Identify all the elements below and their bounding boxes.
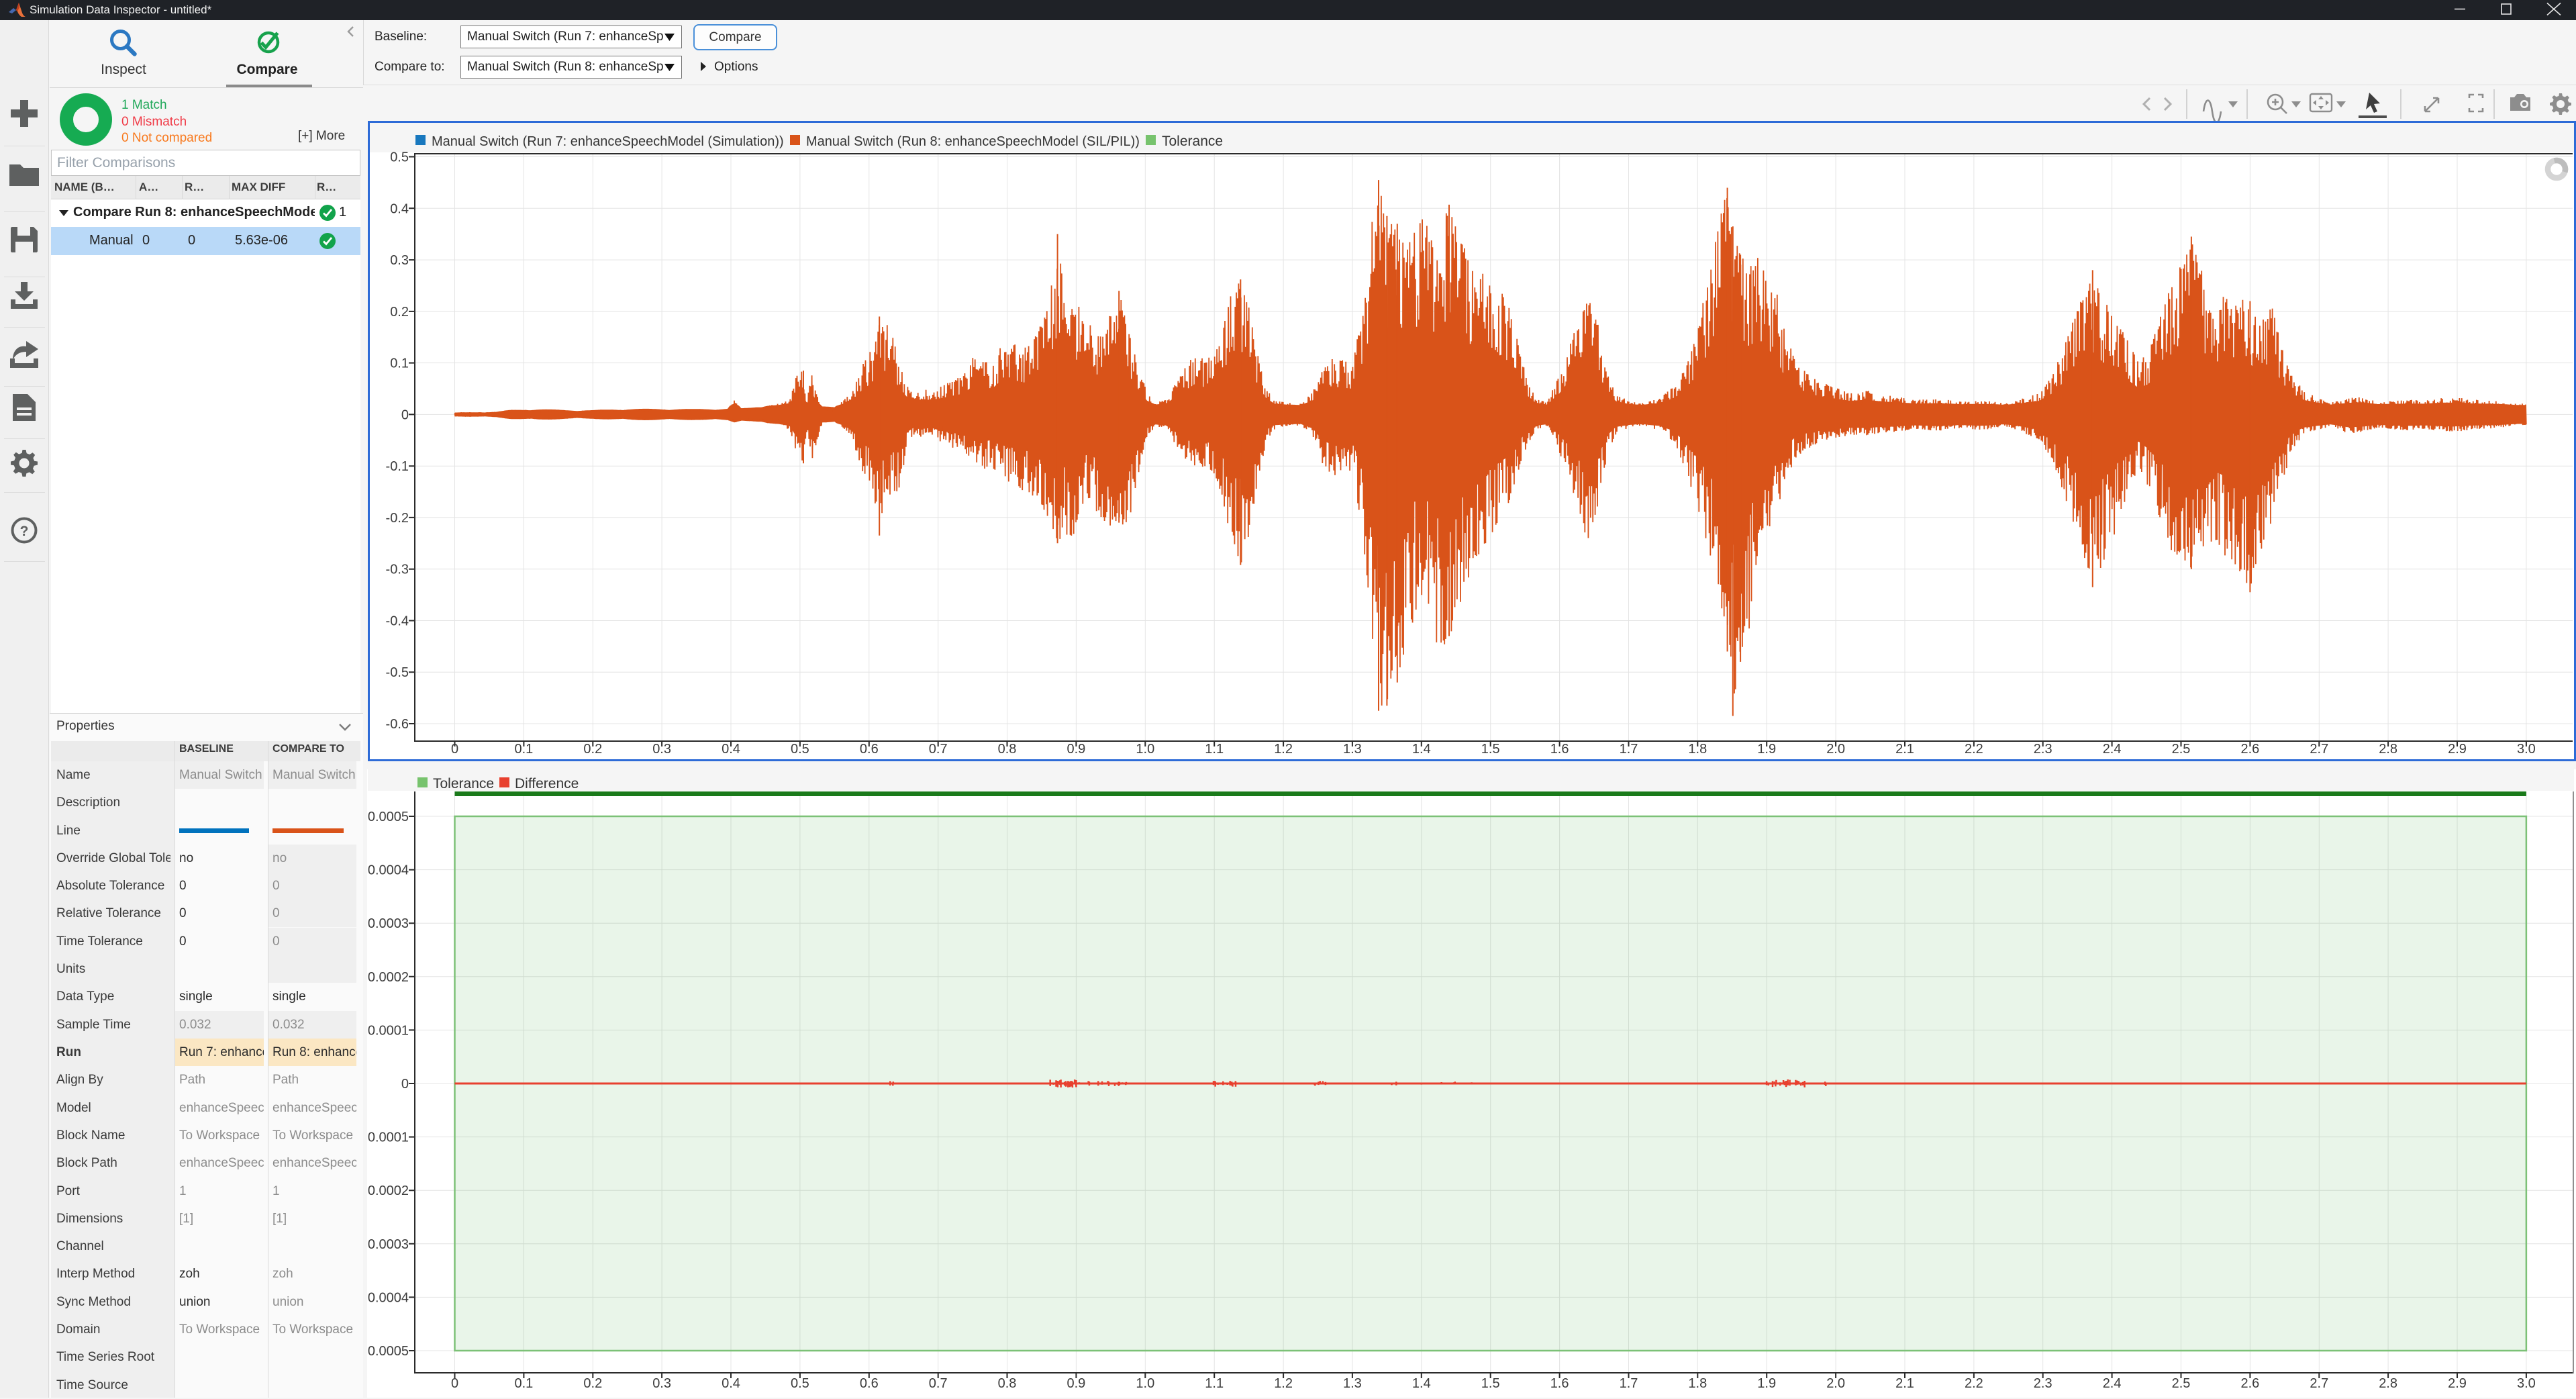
svg-text:1.7: 1.7 bbox=[1620, 1376, 1638, 1391]
svg-text:-0.0002: -0.0002 bbox=[368, 1184, 409, 1198]
svg-text:0.5: 0.5 bbox=[791, 742, 809, 757]
svg-text:3.0: 3.0 bbox=[2517, 1376, 2536, 1391]
svg-text:0.4: 0.4 bbox=[722, 1376, 740, 1391]
svg-text:2.8: 2.8 bbox=[2379, 1376, 2397, 1391]
svg-text:0.0005: 0.0005 bbox=[368, 810, 409, 824]
svg-text:1.8: 1.8 bbox=[1688, 742, 1707, 757]
svg-text:-0.3: -0.3 bbox=[386, 563, 409, 577]
svg-text:0.0004: 0.0004 bbox=[368, 863, 409, 878]
svg-text:0.2: 0.2 bbox=[390, 305, 409, 320]
svg-text:0.5: 0.5 bbox=[791, 1376, 809, 1391]
svg-text:2.6: 2.6 bbox=[2240, 1376, 2259, 1391]
svg-text:2.3: 2.3 bbox=[2034, 1376, 2052, 1391]
svg-text:0: 0 bbox=[451, 1376, 458, 1391]
svg-text:2.7: 2.7 bbox=[2310, 1376, 2328, 1391]
svg-text:0: 0 bbox=[401, 407, 409, 422]
svg-text:2.9: 2.9 bbox=[2448, 1376, 2467, 1391]
svg-text:2.6: 2.6 bbox=[2240, 742, 2259, 757]
svg-text:-0.6: -0.6 bbox=[386, 717, 409, 732]
svg-text:2.5: 2.5 bbox=[2172, 1376, 2191, 1391]
svg-text:2.1: 2.1 bbox=[1895, 1376, 1914, 1391]
svg-text:0.6: 0.6 bbox=[860, 742, 879, 757]
svg-text:-0.5: -0.5 bbox=[386, 665, 409, 680]
svg-text:0.1: 0.1 bbox=[514, 742, 533, 757]
svg-text:0.2: 0.2 bbox=[583, 742, 602, 757]
svg-text:1.5: 1.5 bbox=[1481, 1376, 1500, 1391]
svg-text:0.2: 0.2 bbox=[583, 1376, 602, 1391]
svg-text:1.0: 1.0 bbox=[1136, 742, 1154, 757]
svg-text:0.7: 0.7 bbox=[929, 742, 948, 757]
svg-text:1.3: 1.3 bbox=[1343, 742, 1362, 757]
svg-text:Tolerance: Tolerance bbox=[1162, 134, 1223, 149]
svg-text:-0.1: -0.1 bbox=[386, 459, 409, 474]
svg-text:-0.0001: -0.0001 bbox=[368, 1130, 409, 1145]
svg-text:0.3: 0.3 bbox=[390, 253, 409, 268]
svg-text:1.2: 1.2 bbox=[1274, 1376, 1293, 1391]
svg-text:0.3: 0.3 bbox=[652, 1376, 671, 1391]
svg-text:1.4: 1.4 bbox=[1412, 742, 1431, 757]
svg-text:1.5: 1.5 bbox=[1481, 742, 1500, 757]
svg-text:3.0: 3.0 bbox=[2517, 742, 2536, 757]
svg-text:1.1: 1.1 bbox=[1205, 742, 1224, 757]
svg-text:1.7: 1.7 bbox=[1620, 742, 1638, 757]
svg-text:0.9: 0.9 bbox=[1067, 742, 1085, 757]
svg-text:-0.2: -0.2 bbox=[386, 511, 409, 526]
svg-text:0.1: 0.1 bbox=[390, 356, 409, 371]
svg-text:1.2: 1.2 bbox=[1274, 742, 1293, 757]
svg-text:0.8: 0.8 bbox=[998, 1376, 1017, 1391]
svg-text:2.4: 2.4 bbox=[2103, 1376, 2122, 1391]
svg-text:2.9: 2.9 bbox=[2448, 742, 2467, 757]
svg-text:Manual Switch (Run 7: enhanceS: Manual Switch (Run 7: enhanceSpeechModel… bbox=[432, 134, 784, 149]
svg-text:0.1: 0.1 bbox=[514, 1376, 533, 1391]
svg-text:0.9: 0.9 bbox=[1067, 1376, 1085, 1391]
svg-text:1.3: 1.3 bbox=[1343, 1376, 1362, 1391]
svg-text:0.5: 0.5 bbox=[390, 150, 409, 165]
svg-text:2.8: 2.8 bbox=[2379, 742, 2397, 757]
svg-text:2.0: 2.0 bbox=[1826, 742, 1845, 757]
svg-text:0.0002: 0.0002 bbox=[368, 970, 409, 985]
svg-text:2.4: 2.4 bbox=[2103, 742, 2122, 757]
svg-text:1.9: 1.9 bbox=[1757, 742, 1776, 757]
svg-text:0.4: 0.4 bbox=[722, 742, 740, 757]
svg-text:1.6: 1.6 bbox=[1550, 742, 1569, 757]
svg-text:Tolerance: Tolerance bbox=[433, 776, 494, 791]
svg-text:2.5: 2.5 bbox=[2172, 742, 2191, 757]
svg-text:2.2: 2.2 bbox=[1965, 742, 1983, 757]
svg-text:?: ? bbox=[20, 524, 29, 539]
svg-text:2.1: 2.1 bbox=[1895, 742, 1914, 757]
svg-text:-0.0004: -0.0004 bbox=[368, 1290, 409, 1305]
svg-text:2.0: 2.0 bbox=[1826, 1376, 1845, 1391]
svg-text:1.9: 1.9 bbox=[1757, 1376, 1776, 1391]
svg-text:-0.4: -0.4 bbox=[386, 614, 409, 629]
svg-text:0.7: 0.7 bbox=[929, 1376, 948, 1391]
svg-text:-0.0005: -0.0005 bbox=[368, 1344, 409, 1359]
svg-text:0: 0 bbox=[401, 1077, 409, 1092]
svg-text:1.4: 1.4 bbox=[1412, 1376, 1431, 1391]
svg-text:2.7: 2.7 bbox=[2310, 742, 2328, 757]
svg-text:0.0003: 0.0003 bbox=[368, 916, 409, 931]
svg-text:2.3: 2.3 bbox=[2034, 742, 2052, 757]
svg-text:Manual Switch (Run 8: enhanceS: Manual Switch (Run 8: enhanceSpeechModel… bbox=[806, 134, 1140, 149]
svg-text:2.2: 2.2 bbox=[1965, 1376, 1983, 1391]
svg-text:1.8: 1.8 bbox=[1688, 1376, 1707, 1391]
svg-text:0.4: 0.4 bbox=[390, 201, 409, 216]
svg-text:0.8: 0.8 bbox=[998, 742, 1017, 757]
svg-text:1.0: 1.0 bbox=[1136, 1376, 1154, 1391]
svg-text:Difference: Difference bbox=[515, 776, 579, 791]
svg-text:1.1: 1.1 bbox=[1205, 1376, 1224, 1391]
svg-text:0.0001: 0.0001 bbox=[368, 1023, 409, 1038]
svg-text:0.6: 0.6 bbox=[860, 1376, 879, 1391]
svg-text:1.6: 1.6 bbox=[1550, 1376, 1569, 1391]
svg-text:-0.0003: -0.0003 bbox=[368, 1237, 409, 1252]
svg-text:0: 0 bbox=[451, 742, 458, 757]
svg-text:0.3: 0.3 bbox=[652, 742, 671, 757]
